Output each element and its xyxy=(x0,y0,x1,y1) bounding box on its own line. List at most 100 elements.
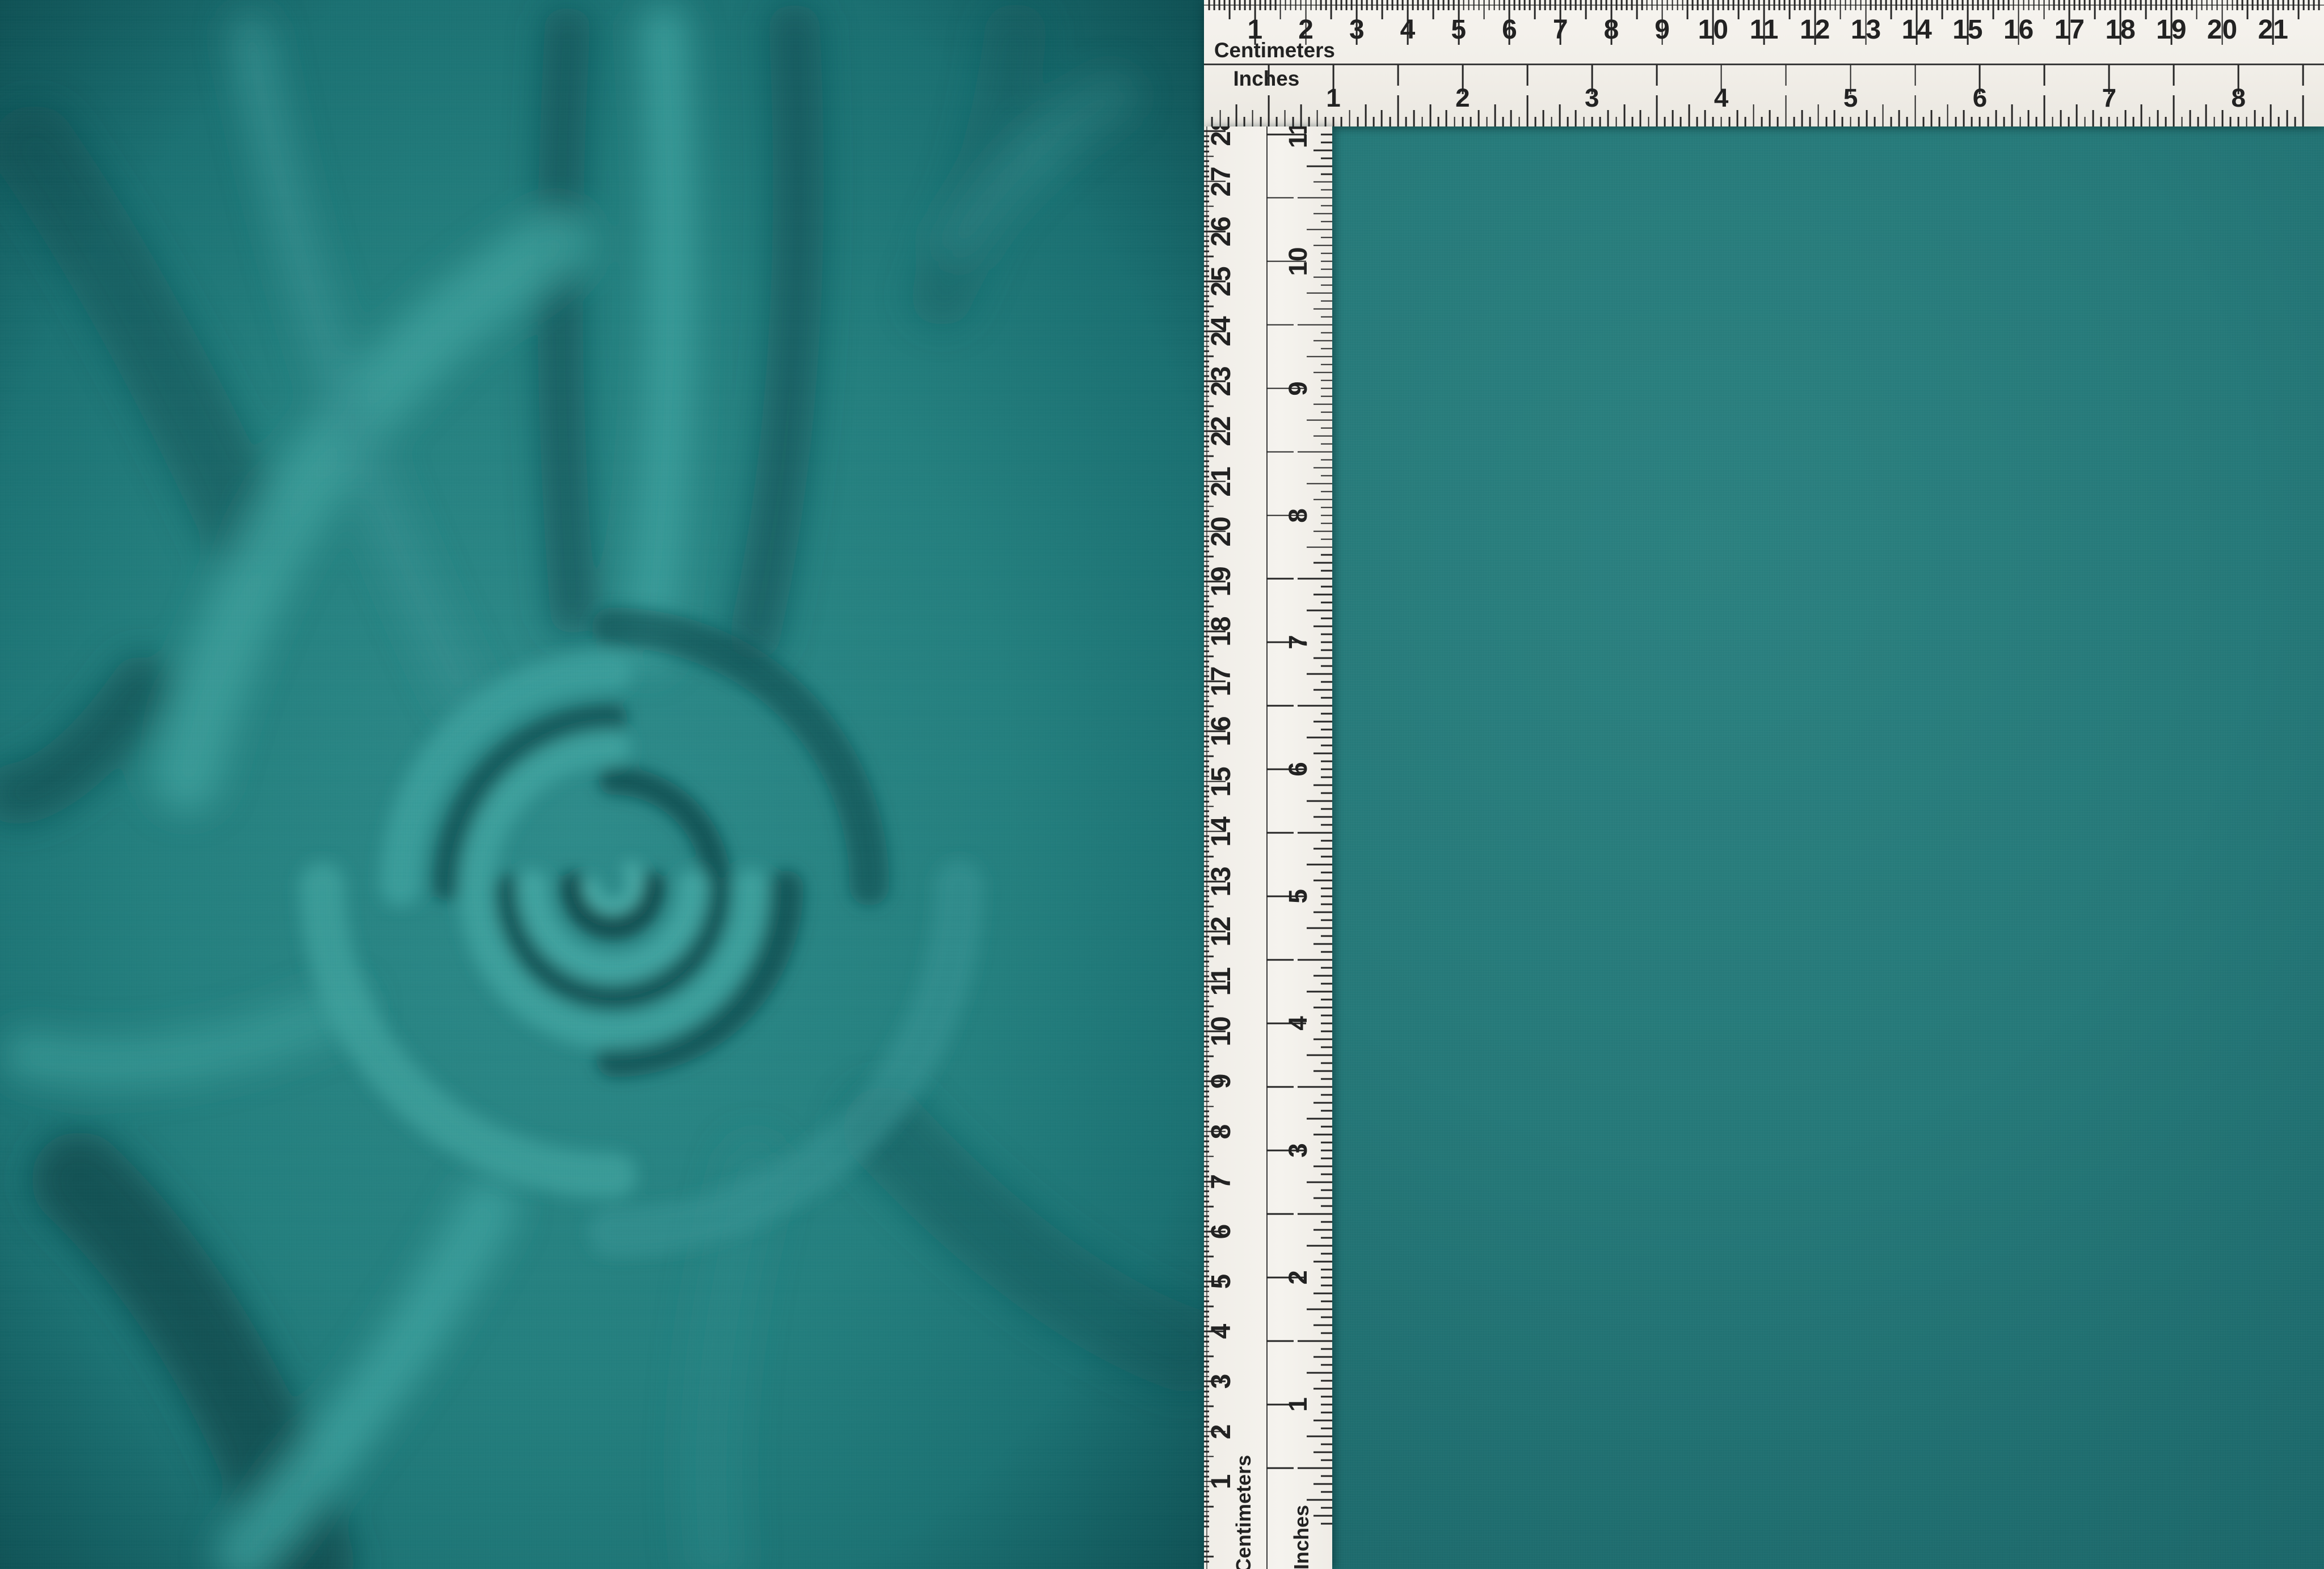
inch-tick xyxy=(1308,117,1310,126)
cm-tick xyxy=(1478,0,1480,10)
cm-tick xyxy=(2308,0,2310,10)
cm-number: 16 xyxy=(2003,16,2034,44)
inch-tick xyxy=(1575,110,1577,126)
inch-tick xyxy=(1321,173,1332,175)
inch-tick xyxy=(1321,395,1332,397)
inch-number: 4 xyxy=(1285,1016,1311,1031)
inch-tick xyxy=(1321,888,1332,889)
cm-number: 7 xyxy=(1553,16,1568,44)
cm-tick xyxy=(1891,0,1892,19)
inch-tick xyxy=(1313,1420,1332,1422)
inch-tick xyxy=(2189,110,2191,126)
inch-number: 11 xyxy=(1285,126,1311,148)
inch-tick xyxy=(1313,244,1332,246)
cm-tick xyxy=(1606,0,1607,10)
cm-tick xyxy=(1437,0,1439,10)
cm-tick xyxy=(1697,0,1699,10)
cm-tick xyxy=(2175,0,2177,10)
inch-tick xyxy=(1313,753,1332,754)
inch-tick xyxy=(1321,1460,1332,1461)
inch-tick xyxy=(1486,117,1488,126)
inch-tick xyxy=(1321,777,1332,778)
inch-tick xyxy=(2254,110,2255,126)
inch-tick xyxy=(1785,65,1787,86)
cm-tick xyxy=(1570,0,1572,10)
inch-tick xyxy=(1321,189,1332,191)
inch-tick xyxy=(1307,546,1332,548)
cm-tick xyxy=(1219,0,1220,10)
cm-tick xyxy=(1493,0,1495,10)
inch-tick xyxy=(2270,104,2272,126)
fabric-swirl-art xyxy=(0,0,1204,1569)
inch-tick xyxy=(1640,110,1641,126)
inch-number: 1 xyxy=(1285,1397,1311,1412)
inch-tick xyxy=(1321,364,1332,365)
inch-tick xyxy=(2149,117,2150,126)
cm-tick xyxy=(1224,0,1226,10)
inch-tick xyxy=(1307,1372,1332,1374)
cm-tick xyxy=(1656,0,1658,10)
inch-tick xyxy=(1397,95,1399,126)
cm-tick xyxy=(2048,0,2050,10)
cm-tick xyxy=(1687,0,1689,19)
inch-tick xyxy=(1307,1182,1332,1183)
cm-tick xyxy=(1422,0,1424,10)
inch-tick xyxy=(1349,110,1350,126)
inch-tick xyxy=(1313,943,1332,945)
cm-number: 17 xyxy=(2054,16,2085,44)
cm-tick xyxy=(2247,0,2249,19)
cm-tick xyxy=(1860,0,1862,10)
cm-tick xyxy=(1285,0,1286,10)
cm-number: 10 xyxy=(1698,16,1728,44)
inch-tick xyxy=(1313,1197,1332,1199)
cm-tick xyxy=(1290,0,1291,10)
inch-tick xyxy=(1321,618,1332,619)
cm-tick xyxy=(2232,0,2233,10)
inch-tick xyxy=(2181,117,2183,126)
inch-tick xyxy=(1219,110,1221,126)
inch-tick xyxy=(1321,1078,1332,1080)
inch-tick xyxy=(1313,1070,1332,1072)
cm-tick xyxy=(1728,0,1729,10)
cm-tick xyxy=(1789,0,1791,19)
cm-tick xyxy=(1392,0,1393,10)
inch-tick xyxy=(1321,1404,1332,1406)
cm-tick xyxy=(2303,0,2305,10)
cm-tick xyxy=(2130,0,2132,10)
cm-tick xyxy=(1753,0,1755,10)
inch-tick xyxy=(1313,435,1332,437)
inch-tick xyxy=(1607,110,1609,126)
inch-tick xyxy=(1321,268,1332,270)
inch-tick xyxy=(1321,967,1332,969)
inch-tick xyxy=(1313,784,1332,786)
cm-tick xyxy=(1682,0,1683,10)
inch-tick xyxy=(2133,117,2134,126)
inch-tick xyxy=(1526,65,1528,86)
cm-tick xyxy=(2180,0,2182,10)
inch-tick xyxy=(1313,880,1332,881)
inch-tick xyxy=(1321,729,1332,731)
cm-tick xyxy=(1397,0,1399,10)
inch-tick xyxy=(1321,665,1332,667)
inch-tick xyxy=(1266,578,1293,580)
inch-tick xyxy=(1307,292,1332,294)
inch-number: 7 xyxy=(1285,635,1311,650)
inch-tick xyxy=(1307,610,1332,611)
inch-tick xyxy=(1321,1174,1332,1175)
inch-tick xyxy=(1321,586,1332,588)
inch-tick xyxy=(1321,491,1332,492)
inch-tick xyxy=(1321,904,1332,905)
inch-tick xyxy=(1373,117,1375,126)
cm-tick xyxy=(2007,0,2009,10)
cm-tick xyxy=(2028,0,2030,10)
horizontal-centimeters-label: Centimeters xyxy=(1214,40,1335,61)
cm-tick xyxy=(1748,0,1750,10)
inch-tick xyxy=(1502,117,1504,126)
inch-tick xyxy=(1381,110,1383,126)
inch-tick xyxy=(1324,117,1326,126)
inch-tick xyxy=(1321,1237,1332,1239)
inch-tick xyxy=(1801,110,1803,126)
inch-tick xyxy=(1321,284,1332,286)
inch-tick xyxy=(1292,117,1294,126)
inch-number: 9 xyxy=(1285,381,1311,396)
